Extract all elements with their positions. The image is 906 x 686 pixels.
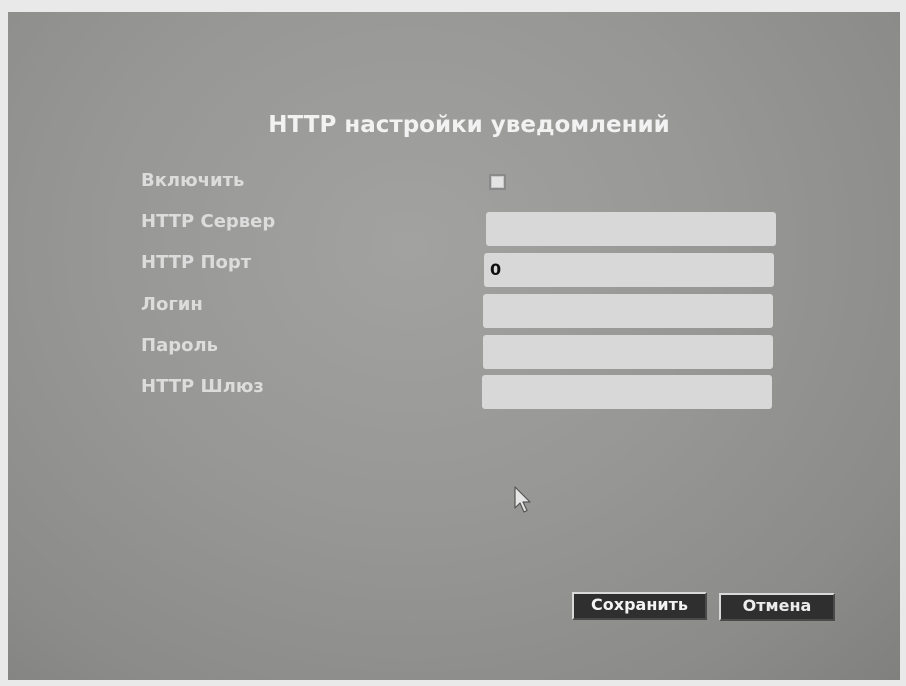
password-label: Пароль [141,335,219,356]
login-label: Логин [141,294,203,315]
mouse-pointer-icon-svg [514,486,531,513]
cancel-button[interactable]: Отмена [719,593,835,621]
enable-checkbox[interactable] [489,174,506,190]
page-title: HTTP настройки уведомлений [268,112,670,138]
http-port-label: HTTP Порт [141,252,252,273]
enable-label: Включить [141,170,245,191]
http-server-input[interactable] [486,212,776,246]
notification-settings-screen: HTTP настройки уведомлений Включить HTTP… [8,12,900,680]
http-server-label: HTTP Сервер [141,211,276,232]
save-button[interactable]: Сохранить [572,592,707,620]
http-gateway-input[interactable] [482,375,772,409]
mouse-pointer-icon [513,486,535,516]
http-port-input[interactable]: 0 [484,253,774,287]
login-input[interactable] [483,294,773,328]
http-gateway-label: HTTP Шлюз [141,376,264,397]
password-input[interactable] [483,335,773,369]
